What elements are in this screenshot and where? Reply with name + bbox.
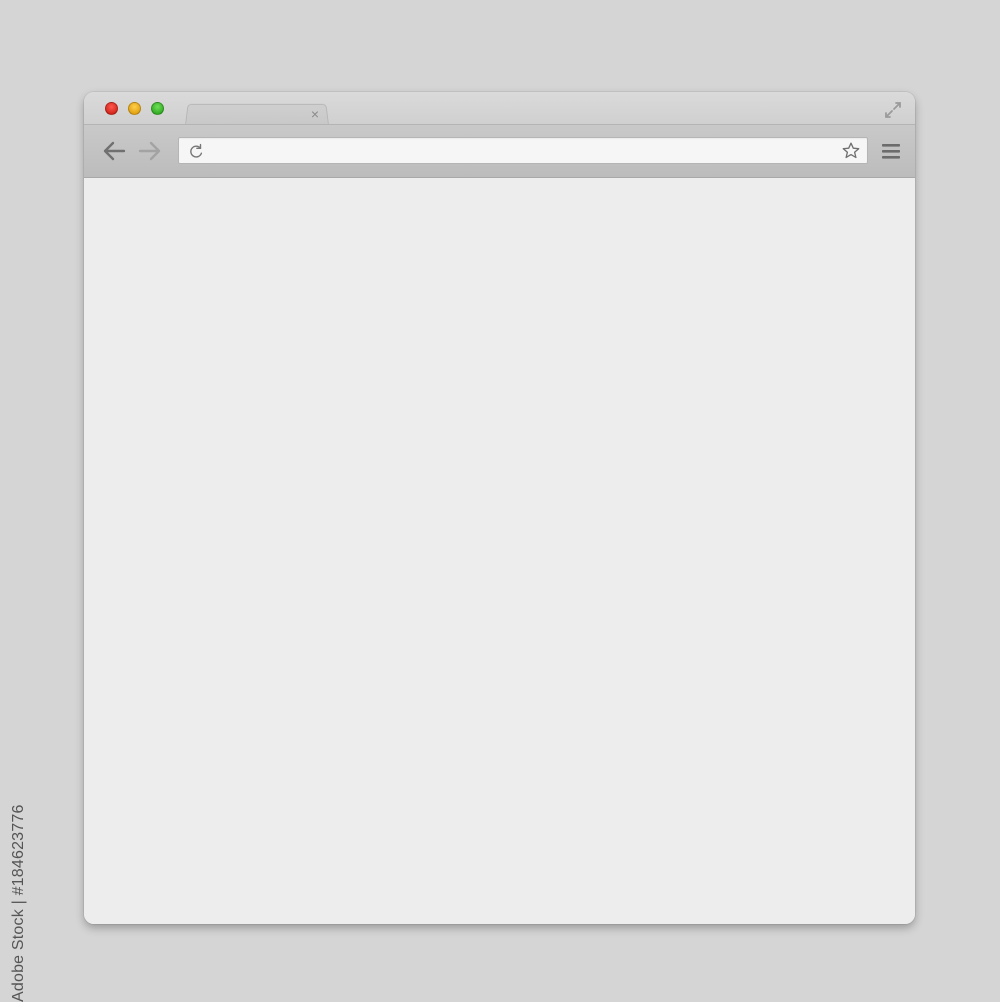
zoom-window-button[interactable] (151, 102, 164, 115)
back-arrow-icon[interactable] (100, 137, 128, 165)
reload-icon[interactable] (188, 143, 204, 159)
close-window-button[interactable] (105, 102, 118, 115)
url-input[interactable] (209, 138, 833, 165)
stock-watermark: Adobe Stock | #184623776 (10, 804, 27, 1002)
page-content-area (84, 178, 915, 924)
star-icon[interactable] (841, 141, 861, 161)
forward-arrow-icon[interactable] (136, 137, 164, 165)
tab-close-icon[interactable]: × (308, 107, 322, 121)
browser-toolbar (84, 124, 915, 178)
minimize-window-button[interactable] (128, 102, 141, 115)
address-bar (178, 137, 868, 165)
title-bar: × (84, 92, 915, 125)
fullscreen-icon[interactable] (883, 100, 903, 120)
hamburger-menu-icon[interactable] (879, 139, 903, 163)
browser-window: × (84, 92, 915, 924)
